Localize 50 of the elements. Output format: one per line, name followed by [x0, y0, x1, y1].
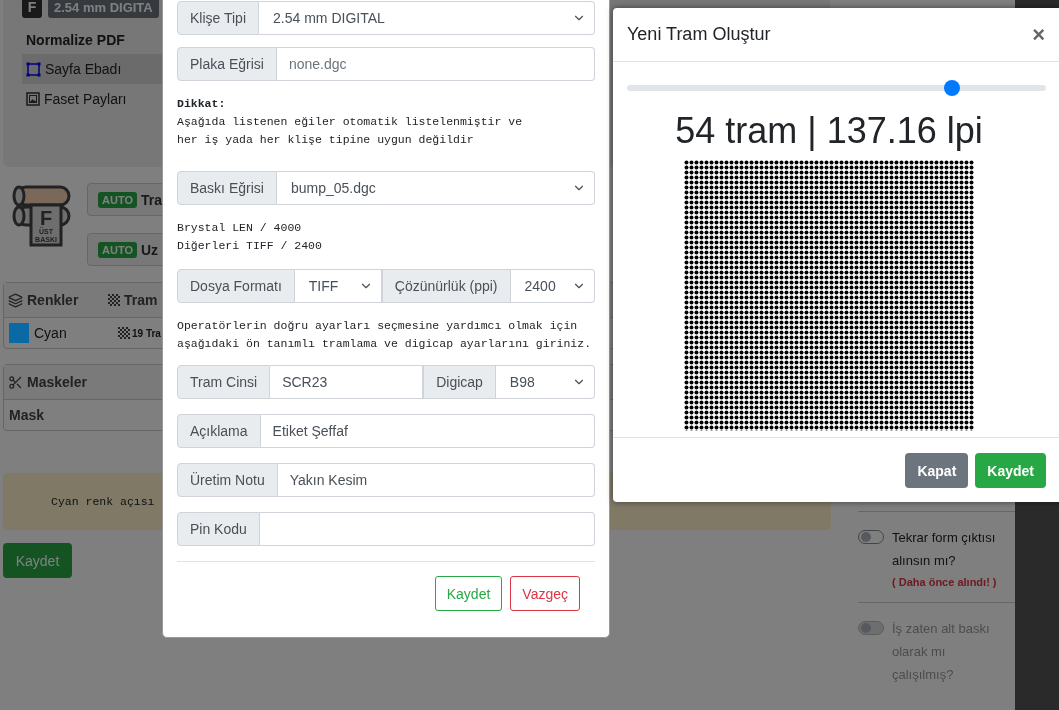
input-field[interactable]: Etiket Şeffaf [260, 414, 595, 448]
scissors-icon [8, 374, 23, 390]
table-cell-text: Cyan [34, 325, 68, 341]
input-field[interactable] [259, 512, 595, 546]
close-button[interactable]: × [1032, 21, 1045, 48]
cancel-button[interactable]: Vazgeç [510, 576, 580, 611]
alert-text: Cyan renk açısı [51, 495, 155, 508]
logo-letter: F [39, 207, 53, 229]
letter-badge: F [22, 0, 42, 18]
plate-type-badge: 2.54 mm DIGITA [48, 0, 159, 18]
field-label: Baskı Eğrisi [177, 171, 277, 205]
table-cell: 19 Tra [118, 327, 161, 339]
input-field[interactable]: Yakın Kesim [277, 463, 595, 497]
option-label: Tekrar form çıktısı alınsın mı? [892, 529, 997, 570]
select-field[interactable]: bump_05.dgc [276, 171, 595, 205]
format-note: Brystal LEN / 4000 Diğerleri TIFF / 2400 [177, 220, 323, 254]
warning-note: ( Daha önce alındı! ) [892, 576, 998, 588]
plate-type-select[interactable]: 2.54 mm DIGITAL [259, 1, 595, 35]
select-field[interactable]: B98 [495, 365, 595, 399]
roller-logo-drawing [12, 185, 71, 247]
layers-icon [8, 292, 23, 308]
field-label: Plaka Eğrisi [177, 47, 277, 81]
card-title: Maskeler [8, 374, 104, 390]
field-label: Açıklama [177, 414, 261, 448]
framed-image-icon [26, 92, 40, 106]
slider-thumb[interactable] [944, 80, 961, 96]
field-label: Üretim Notu [177, 463, 278, 497]
field-label: Tram Cinsi [177, 365, 271, 399]
close-button[interactable]: Kapat [905, 453, 969, 488]
crop-frame-icon [26, 61, 41, 77]
menu-item[interactable]: Faset Payları [22, 84, 170, 114]
select-field[interactable]: 2400 [510, 269, 595, 303]
input-field[interactable]: none.dgc [276, 47, 595, 81]
checker-icon [108, 294, 120, 306]
toggle-switch[interactable] [858, 530, 884, 544]
warning-text: Dikkat: Aşağıda listenen eğiler otomatik listelenmiştir ve her iş yada her klişe tipine uygun değildir [177, 96, 524, 148]
column-header: Mask [9, 407, 46, 423]
card-title: Normalize PDF [26, 32, 125, 48]
field-label: Digicap [423, 365, 496, 399]
modal-title: Yeni Tram Oluştur [627, 24, 771, 45]
screen-reading: 54 tram | 137.16 lpi [675, 110, 983, 152]
field-label: Klişe Tipi [177, 1, 260, 35]
operator-note: Operatörlerin doğru ayarları seçmesine yardımcı olmak için aşağıdaki ön tanımlı tramlama ve digicap ayarlarını giriniz. [177, 318, 593, 352]
field-label: Pin Kodu [177, 512, 260, 546]
field-label: Dosya Formatı [177, 269, 295, 303]
checker-icon [118, 327, 130, 339]
input-field[interactable]: SCR23 [270, 365, 424, 399]
column-header: Renkler [8, 292, 104, 308]
field-label: Çözünürlük (ppi) [381, 269, 511, 303]
select-field[interactable]: TIFF [294, 269, 382, 303]
